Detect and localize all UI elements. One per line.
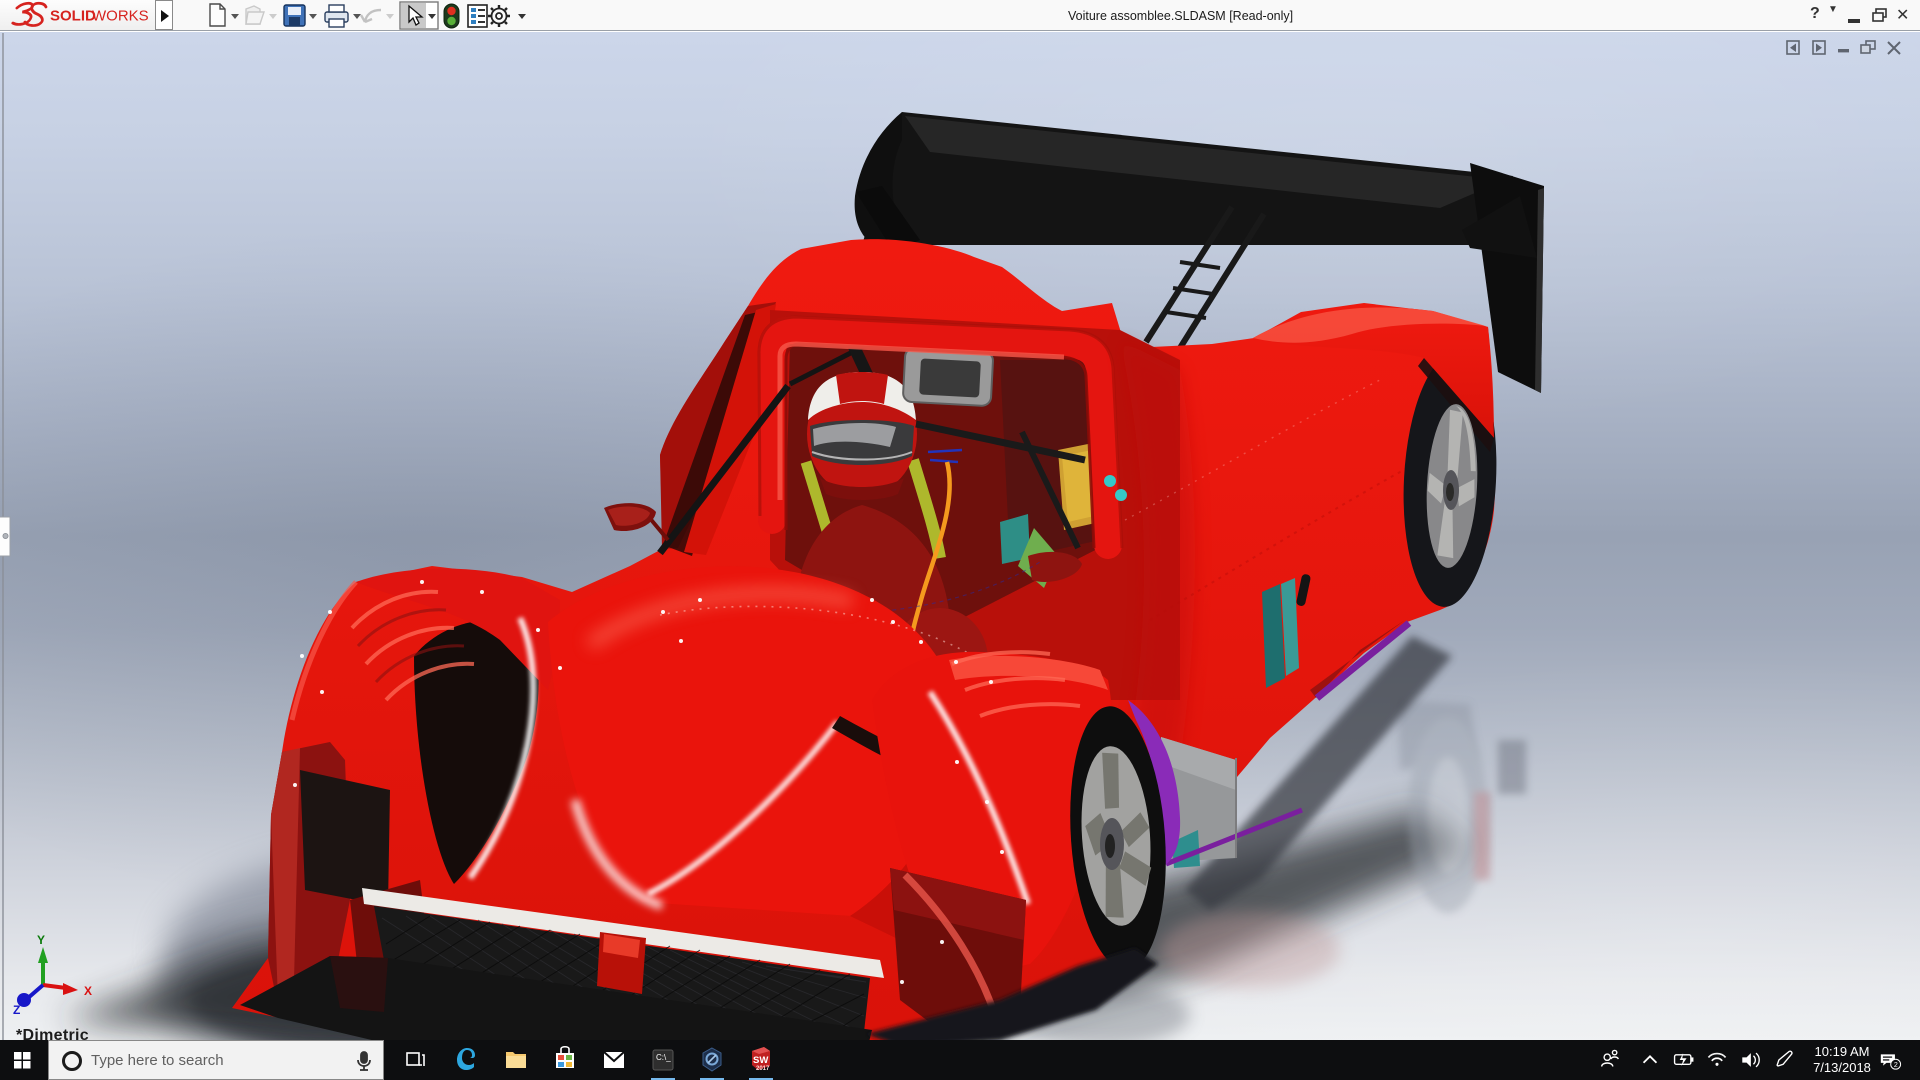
- svg-text:2017: 2017: [756, 1066, 770, 1072]
- svg-text:WORKS: WORKS: [92, 8, 149, 25]
- svg-text:2: 2: [1894, 1062, 1898, 1069]
- svg-text:Y: Y: [37, 933, 45, 947]
- svg-text:SW: SW: [753, 1055, 768, 1066]
- svg-text:Z: Z: [13, 1003, 20, 1017]
- svg-text:C:\_: C:\_: [656, 1053, 671, 1062]
- svg-text:SOLID: SOLID: [50, 8, 96, 25]
- svg-text:X: X: [84, 984, 92, 998]
